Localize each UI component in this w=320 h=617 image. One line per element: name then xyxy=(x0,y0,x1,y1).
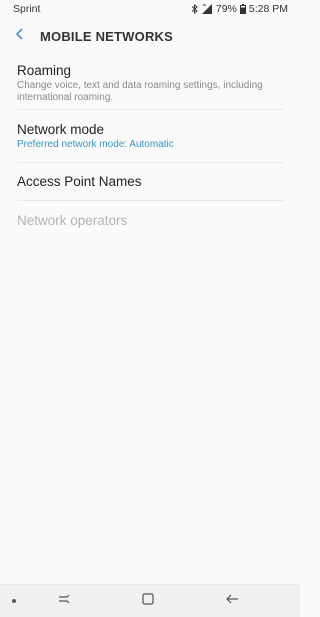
setting-title: Access Point Names xyxy=(17,174,142,189)
battery-icon xyxy=(239,4,246,14)
status-bar: Sprint 79% 5:28 PM xyxy=(0,0,300,18)
setting-title: Roaming xyxy=(17,62,72,78)
time: 5:28 PM xyxy=(248,3,288,15)
back-arrow-icon xyxy=(15,27,25,45)
page-title: MOBILE NETWORKS xyxy=(40,28,173,44)
recents-button[interactable] xyxy=(56,593,72,609)
nav-dot-indicator xyxy=(12,599,16,603)
setting-title: Network operators xyxy=(17,212,128,228)
setting-network-mode[interactable]: Network mode Preferred network mode: Aut… xyxy=(17,110,283,163)
status-icons: 79% 5:28 PM xyxy=(191,3,288,15)
setting-subtitle: Preferred network mode: Automatic xyxy=(17,139,174,150)
carrier-name: Sprint xyxy=(13,3,41,15)
back-icon xyxy=(225,592,239,610)
recents-icon xyxy=(57,592,71,610)
nav-back-button[interactable] xyxy=(224,593,240,609)
setting-subtitle: Change voice, text and data roaming sett… xyxy=(17,79,263,103)
setting-title: Network mode xyxy=(17,122,105,137)
app-bar: MOBILE NETWORKS xyxy=(0,18,300,54)
settings-list: Roaming Change voice, text and data roam… xyxy=(0,54,300,239)
setting-access-point-names[interactable]: Access Point Names xyxy=(17,163,283,201)
home-button[interactable] xyxy=(140,593,156,609)
home-icon xyxy=(142,592,154,610)
setting-roaming[interactable]: Roaming Change voice, text and data roam… xyxy=(17,54,283,110)
back-button[interactable] xyxy=(0,18,40,54)
battery-percent: 79% xyxy=(215,3,237,15)
bluetooth-icon xyxy=(191,4,199,14)
signal-icon xyxy=(201,4,213,14)
setting-network-operators: Network operators xyxy=(17,201,283,239)
navigation-bar xyxy=(0,584,300,617)
